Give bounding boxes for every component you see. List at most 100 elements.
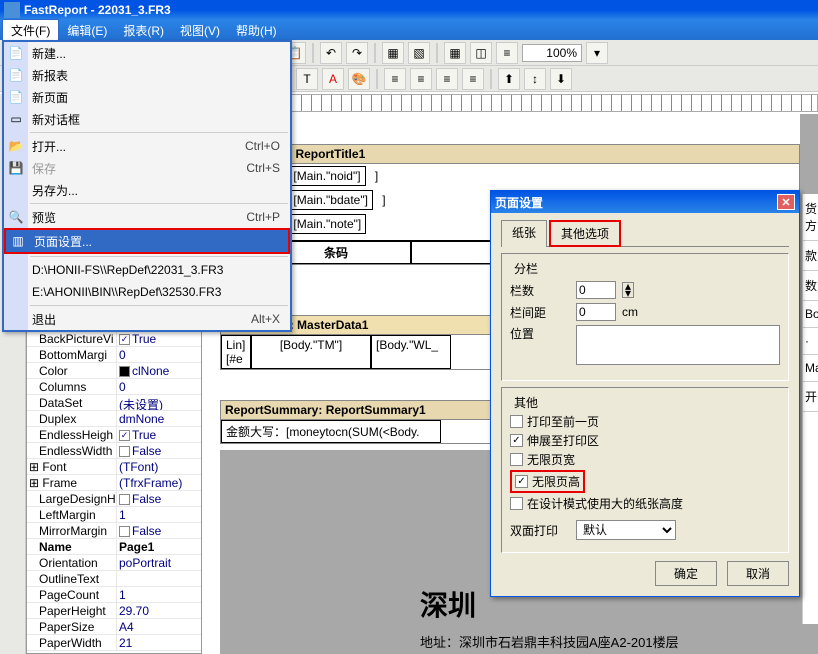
tab-other[interactable]: 其他选项 <box>549 220 621 247</box>
prop-row[interactable]: ColorclNone <box>27 363 201 379</box>
tab-paper[interactable]: 纸张 <box>501 220 547 247</box>
prop-value[interactable]: ✓True <box>117 331 201 346</box>
select-duplex[interactable]: 默认 <box>576 520 676 540</box>
menu-save[interactable]: 💾保存Ctrl+S <box>4 157 290 179</box>
cell[interactable]: [Main."bdate"] <box>288 190 373 210</box>
prop-row[interactable]: LeftMargin1 <box>27 507 201 523</box>
valign-mid-button[interactable]: ↕ <box>524 68 546 90</box>
fontcolor-button[interactable]: T <box>296 68 318 90</box>
align-left-button[interactable]: ≡ <box>384 68 406 90</box>
prop-row[interactable]: OutlineText <box>27 571 201 587</box>
valign-top-button[interactable]: ⬆ <box>498 68 520 90</box>
menu-help[interactable]: 帮助(H) <box>228 20 285 41</box>
prop-row[interactable]: EndlessWidthFalse <box>27 443 201 459</box>
menu-report[interactable]: 报表(R) <box>115 20 172 41</box>
menu-newdialog[interactable]: ▭新对话框 <box>4 108 290 130</box>
prop-row[interactable]: BottomMargi0 <box>27 347 201 363</box>
grid-button[interactable]: ▦ <box>444 42 466 64</box>
fillcolor-button[interactable]: 🎨 <box>348 68 370 90</box>
menu-pagesetup[interactable]: ▥页面设置... <box>6 230 288 252</box>
prop-row[interactable]: ⊞ Frame(TfrxFrame) <box>27 475 201 491</box>
prop-row[interactable]: Columns0 <box>27 379 201 395</box>
cell[interactable]: [Main."note"] <box>288 214 366 234</box>
input-colgap[interactable] <box>576 303 616 321</box>
ok-button[interactable]: 确定 <box>655 561 717 586</box>
prop-row[interactable]: PaperSizeA4 <box>27 619 201 635</box>
prop-row[interactable]: DuplexdmNone <box>27 411 201 427</box>
checkbox-endlesswidth[interactable] <box>510 453 523 466</box>
undo-button[interactable]: ↶ <box>320 42 342 64</box>
prop-value[interactable]: Page1 <box>117 539 201 554</box>
prop-value[interactable]: 0 <box>117 347 201 362</box>
menu-file[interactable]: 文件(F) <box>2 19 59 42</box>
prop-value[interactable]: False <box>117 491 201 506</box>
cell[interactable]: [Body."WL_ <box>371 335 451 369</box>
cell[interactable]: Lin][#e <box>221 335 251 369</box>
checkbox-printprev[interactable] <box>510 415 523 428</box>
prop-value[interactable]: poPortrait <box>117 555 201 570</box>
group-button[interactable]: ▦ <box>382 42 404 64</box>
checkbox-largedesign[interactable] <box>510 497 523 510</box>
prop-value[interactable]: 1 <box>117 507 201 522</box>
align-justify-button[interactable]: ≡ <box>462 68 484 90</box>
menu-new[interactable]: 📄新建... <box>4 42 290 64</box>
close-icon[interactable]: ✕ <box>777 194 795 210</box>
snap-button[interactable]: ◫ <box>470 42 492 64</box>
cell[interactable]: [Body."TM"] <box>251 335 371 369</box>
prop-value[interactable]: 1 <box>117 587 201 602</box>
prop-value[interactable]: (未设置) <box>117 395 201 410</box>
menu-saveas[interactable]: 另存为... <box>4 179 290 201</box>
prop-value[interactable]: 0 <box>117 379 201 394</box>
zoom-dropdown[interactable]: ▾ <box>586 42 608 64</box>
prop-row[interactable]: MirrorMarginFalse <box>27 523 201 539</box>
menu-open[interactable]: 📂打开...Ctrl+O <box>4 135 290 157</box>
valign-bot-button[interactable]: ⬇ <box>550 68 572 90</box>
menu-view[interactable]: 视图(V) <box>172 20 228 41</box>
spin-colcount[interactable]: ▴▾ <box>622 282 634 298</box>
group-columns: 分栏 栏数 ▴▾ 栏间距 cm 位置 <box>501 253 789 381</box>
prop-value[interactable]: clNone <box>117 363 201 378</box>
prop-value[interactable]: (TFont) <box>117 459 201 474</box>
menu-preview[interactable]: 🔍预览Ctrl+P <box>4 206 290 228</box>
prop-value[interactable]: False <box>117 523 201 538</box>
align-button[interactable]: ≡ <box>496 42 518 64</box>
align-center-button[interactable]: ≡ <box>410 68 432 90</box>
zoom-combo[interactable]: 100% <box>522 44 582 62</box>
prop-value[interactable]: dmNone <box>117 411 201 426</box>
prop-row[interactable]: PaperWidth21 <box>27 635 201 651</box>
cell[interactable]: 金额大写：[moneytocn(SUM(<Body. <box>221 420 441 443</box>
prop-row[interactable]: DataSet(未设置) <box>27 395 201 411</box>
checkbox-stretch[interactable]: ✓ <box>510 434 523 447</box>
menu-recent-1[interactable]: D:\HONII-FS\\RepDef\22031_3.FR3 <box>4 259 290 281</box>
prop-row[interactable]: PageCount1 <box>27 587 201 603</box>
dialog-title[interactable]: 页面设置 ✕ <box>491 191 799 213</box>
prop-value[interactable]: A4 <box>117 619 201 634</box>
menu-edit[interactable]: 编辑(E) <box>59 20 115 41</box>
cancel-button[interactable]: 取消 <box>727 561 789 586</box>
input-colcount[interactable] <box>576 281 616 299</box>
prop-row[interactable]: EndlessHeigh✓True <box>27 427 201 443</box>
prop-value[interactable]: False <box>117 443 201 458</box>
prop-row[interactable]: NamePage1 <box>27 539 201 555</box>
input-colpos[interactable] <box>576 325 780 365</box>
prop-row[interactable]: OrientationpoPortrait <box>27 555 201 571</box>
prop-row[interactable]: ⊞ Font(TFont) <box>27 459 201 475</box>
prop-value[interactable]: 21 <box>117 635 201 650</box>
redo-button[interactable]: ↷ <box>346 42 368 64</box>
cell[interactable]: [Main."noid"] <box>288 166 365 186</box>
menu-newpage[interactable]: 📄新页面 <box>4 86 290 108</box>
prop-value[interactable]: 29.70 <box>117 603 201 618</box>
highlight-button[interactable]: A <box>322 68 344 90</box>
checkbox-endlessheight[interactable]: ✓ <box>515 475 528 488</box>
menu-newreport[interactable]: 📄新报表 <box>4 64 290 86</box>
prop-value[interactable]: ✓True <box>117 427 201 442</box>
prop-value[interactable]: (TfrxFrame) <box>117 475 201 490</box>
menu-recent-2[interactable]: E:\AHONII\BIN\\RepDef\32530.FR3 <box>4 281 290 303</box>
menu-exit[interactable]: 退出Alt+X <box>4 308 290 330</box>
prop-row[interactable]: PaperHeight29.70 <box>27 603 201 619</box>
prop-row[interactable]: BackPictureVi✓True <box>27 331 201 347</box>
ungroup-button[interactable]: ▧ <box>408 42 430 64</box>
prop-row[interactable]: LargeDesignHFalse <box>27 491 201 507</box>
align-right-button[interactable]: ≡ <box>436 68 458 90</box>
prop-value[interactable] <box>117 571 201 586</box>
